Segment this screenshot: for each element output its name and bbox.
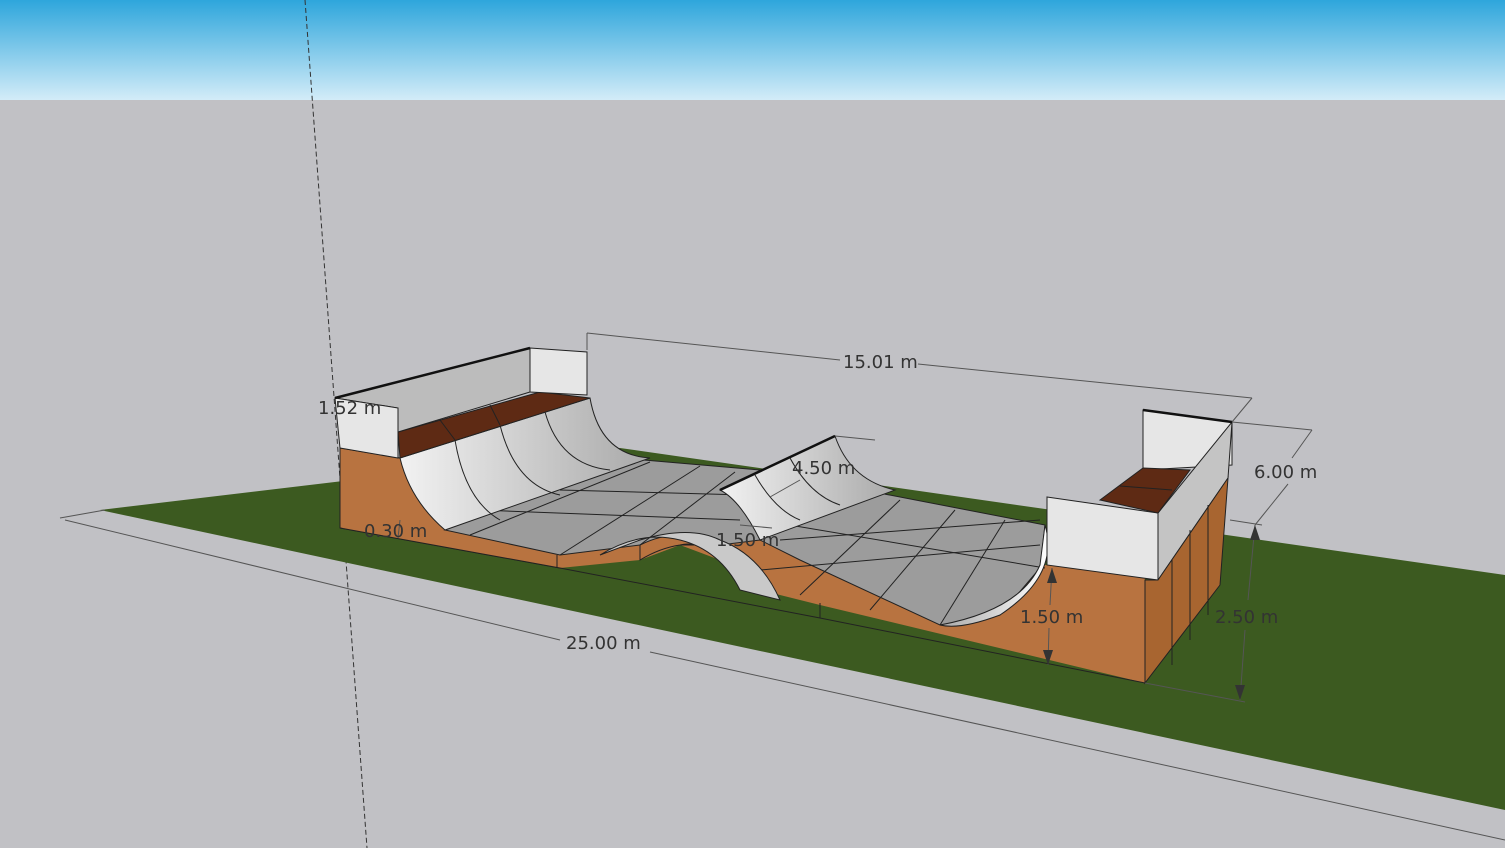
dimension-label: 0.30 m [364,521,427,542]
left-coping-top-block [529,347,588,396]
halfpipe-model-scene: 25.00 m 15.01 m 6.00 m 2.50 m 1.50 m 4.5… [0,0,1505,848]
dimension-label: 4.50 m [792,458,855,479]
dimension-label: 6.00 m [1254,462,1317,483]
dimension-label: 1.50 m [716,530,779,551]
dimension-label: 25.00 m [566,633,641,654]
sketchup-viewport[interactable]: 25.00 m 15.01 m 6.00 m 2.50 m 1.50 m 4.5… [0,0,1505,848]
dimension-coping-height: 1.52 m [318,398,381,419]
sky [0,0,1505,100]
dimension-label: 2.50 m [1215,607,1278,628]
dimension-lip-offset: 0.30 m [364,519,427,542]
dimension-label: 1.50 m [1020,607,1083,628]
dimension-label: 1.52 m [318,398,381,419]
dimension-label: 15.01 m [843,352,918,373]
